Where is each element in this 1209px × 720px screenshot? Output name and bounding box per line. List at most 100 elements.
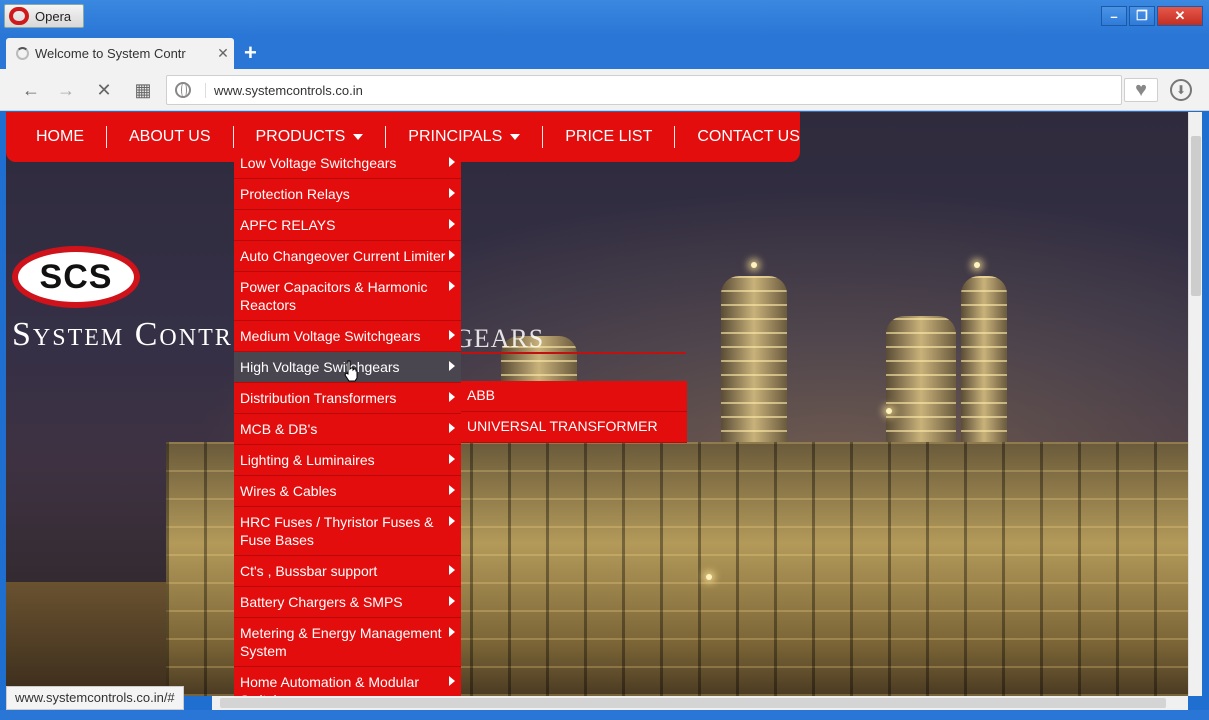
menu-item-mcb-dbs[interactable]: MCB & DB's bbox=[234, 414, 461, 445]
chevron-right-icon bbox=[449, 188, 455, 198]
submenu-item-abb[interactable]: ABB bbox=[461, 381, 687, 412]
back-icon[interactable]: ← bbox=[20, 79, 42, 101]
bookmark-heart-icon[interactable]: ♥ bbox=[1124, 78, 1158, 102]
speed-dial-icon[interactable]: ▦ bbox=[132, 79, 154, 101]
menu-item-label: Protection Relays bbox=[240, 186, 350, 202]
menu-item-metering-energy[interactable]: Metering & Energy Management System bbox=[234, 618, 461, 667]
vertical-scrollbar[interactable] bbox=[1188, 112, 1202, 696]
hero-light bbox=[886, 408, 892, 414]
close-window-button[interactable]: ✕ bbox=[1157, 6, 1203, 26]
menu-item-label: High Voltage Switchgears bbox=[240, 359, 400, 375]
nav-home-label: HOME bbox=[36, 128, 84, 145]
menu-item-label: Battery Chargers & SMPS bbox=[240, 594, 403, 610]
tab-close-icon[interactable]: ✕ bbox=[212, 45, 234, 62]
opera-logo-icon bbox=[9, 7, 29, 25]
app-name: Opera bbox=[35, 8, 72, 24]
menu-item-wires-cables[interactable]: Wires & Cables bbox=[234, 476, 461, 507]
menu-item-label: HRC Fuses / Thyristor Fuses & Fuse Bases bbox=[240, 514, 434, 548]
hero-light bbox=[974, 262, 980, 268]
address-bar: ← → ✕ ▦ www.systemcontrols.co.in ♥ ⬇ bbox=[0, 69, 1209, 111]
menu-item-hrc-fuses[interactable]: HRC Fuses / Thyristor Fuses & Fuse Bases bbox=[234, 507, 461, 556]
window-titlebar: Opera – ❐ ✕ bbox=[0, 0, 1209, 36]
menu-item-apfc-relays[interactable]: APFC RELAYS bbox=[234, 210, 461, 241]
chevron-right-icon bbox=[449, 423, 455, 433]
high-voltage-submenu: ABB UNIVERSAL TRANSFORMER bbox=[461, 381, 687, 443]
menu-item-distribution-transformers[interactable]: Distribution Transformers bbox=[234, 383, 461, 414]
horizontal-scroll-thumb[interactable] bbox=[220, 698, 1166, 708]
nav-principals[interactable]: PRINCIPALS bbox=[386, 126, 544, 148]
nav-products-label: PRODUCTS bbox=[255, 128, 346, 145]
menu-item-lighting-luminaires[interactable]: Lighting & Luminaires bbox=[234, 445, 461, 476]
minimize-button[interactable]: – bbox=[1101, 6, 1127, 26]
menu-item-protection-relays[interactable]: Protection Relays bbox=[234, 179, 461, 210]
new-tab-button[interactable]: + bbox=[244, 40, 257, 66]
opera-menu-button[interactable]: Opera bbox=[4, 4, 84, 28]
chevron-right-icon bbox=[449, 250, 455, 260]
nav-price-list-label: PRICE LIST bbox=[565, 128, 653, 145]
url-text[interactable]: www.systemcontrols.co.in bbox=[205, 82, 363, 98]
chevron-right-icon bbox=[449, 361, 455, 371]
submenu-item-universal-transformer[interactable]: UNIVERSAL TRANSFORMER bbox=[461, 412, 687, 443]
products-dropdown: Low Voltage Switchgears Protection Relay… bbox=[234, 148, 461, 696]
vertical-scroll-thumb[interactable] bbox=[1191, 136, 1201, 296]
hero-tower bbox=[886, 316, 956, 446]
horizontal-scrollbar[interactable] bbox=[212, 696, 1188, 710]
menu-item-label: Medium Voltage Switchgears bbox=[240, 328, 421, 344]
menu-item-label: Auto Changeover Current Limiter bbox=[240, 248, 446, 264]
nav-home[interactable]: HOME bbox=[36, 126, 107, 148]
hero-tower bbox=[721, 276, 787, 446]
chevron-right-icon bbox=[449, 454, 455, 464]
hero-light bbox=[706, 574, 712, 580]
menu-item-label: Metering & Energy Management System bbox=[240, 625, 442, 659]
chevron-right-icon bbox=[449, 516, 455, 526]
chevron-right-icon bbox=[449, 596, 455, 606]
url-field[interactable]: www.systemcontrols.co.in bbox=[166, 75, 1122, 105]
menu-item-label: Low Voltage Switchgears bbox=[240, 155, 397, 171]
globe-icon bbox=[175, 82, 191, 98]
nav-contact-us[interactable]: CONTACT US bbox=[675, 126, 822, 148]
menu-item-home-automation[interactable]: Home Automation & Modular Switches bbox=[234, 667, 461, 696]
window-controls: – ❐ ✕ bbox=[1101, 6, 1203, 26]
chevron-down-icon bbox=[510, 134, 521, 140]
window-frame bbox=[0, 710, 1209, 720]
tab-title: Welcome to System Contr bbox=[35, 46, 186, 61]
menu-item-label: Wires & Cables bbox=[240, 483, 337, 499]
chevron-right-icon bbox=[449, 565, 455, 575]
menu-item-label: Power Capacitors & Harmonic Reactors bbox=[240, 279, 428, 313]
menu-item-label: Ct's , Bussbar support bbox=[240, 563, 378, 579]
menu-item-auto-changeover[interactable]: Auto Changeover Current Limiter bbox=[234, 241, 461, 272]
chevron-right-icon bbox=[449, 627, 455, 637]
menu-item-power-capacitors[interactable]: Power Capacitors & Harmonic Reactors bbox=[234, 272, 461, 321]
nav-about-us[interactable]: ABOUT US bbox=[107, 126, 234, 148]
divider bbox=[454, 352, 686, 354]
scs-logo[interactable]: SCS bbox=[12, 246, 140, 308]
menu-item-label: Home Automation & Modular Switches bbox=[240, 674, 419, 696]
nav-price-list[interactable]: PRICE LIST bbox=[543, 126, 676, 148]
stop-icon[interactable]: ✕ bbox=[93, 79, 115, 101]
page-viewport: HOME ABOUT US PRODUCTS PRINCIPALS PRICE … bbox=[6, 112, 1188, 696]
chevron-right-icon bbox=[449, 157, 455, 167]
download-icon[interactable]: ⬇ bbox=[1170, 79, 1192, 101]
nav-contact-label: CONTACT US bbox=[697, 128, 800, 145]
tab-bar: Welcome to System Contr ✕ + bbox=[0, 36, 1209, 69]
hand-cursor-icon bbox=[344, 360, 358, 382]
status-bar: www.systemcontrols.co.in/# bbox=[6, 686, 184, 710]
menu-item-low-voltage-switchgears[interactable]: Low Voltage Switchgears bbox=[234, 148, 461, 179]
menu-item-label: MCB & DB's bbox=[240, 421, 318, 437]
hero-light bbox=[751, 262, 757, 268]
chevron-right-icon bbox=[449, 485, 455, 495]
loading-spinner-icon bbox=[16, 47, 29, 60]
chevron-right-icon bbox=[449, 676, 455, 686]
menu-item-battery-chargers[interactable]: Battery Chargers & SMPS bbox=[234, 587, 461, 618]
menu-item-cts-bussbar[interactable]: Ct's , Bussbar support bbox=[234, 556, 461, 587]
company-name: System Contr bbox=[12, 316, 233, 353]
forward-icon[interactable]: → bbox=[55, 79, 77, 101]
chevron-down-icon bbox=[353, 134, 364, 140]
tab-active[interactable]: Welcome to System Contr ✕ bbox=[6, 38, 234, 69]
maximize-button[interactable]: ❐ bbox=[1129, 6, 1155, 26]
hero-tower bbox=[961, 276, 1007, 446]
chevron-right-icon bbox=[449, 392, 455, 402]
nav-products[interactable]: PRODUCTS bbox=[234, 126, 387, 148]
hero-ground bbox=[6, 582, 186, 696]
menu-item-medium-voltage-switchgears[interactable]: Medium Voltage Switchgears bbox=[234, 321, 461, 352]
